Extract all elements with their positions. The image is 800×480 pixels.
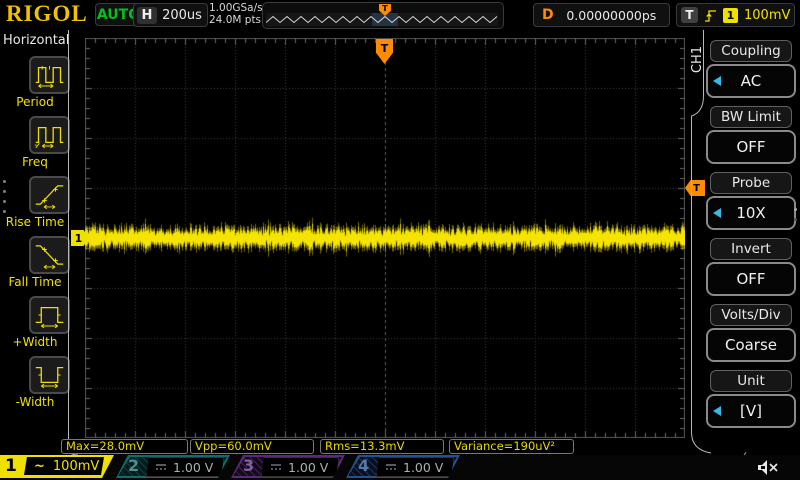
softkey-value-text: 10X (736, 204, 765, 222)
softkey-value-text: Coarse (725, 336, 777, 354)
ac-coupling-icon: ~ (34, 459, 45, 474)
softkey-invert[interactable]: Invert OFF (706, 238, 796, 296)
measurement-rms: Rms=13.3mV (320, 439, 444, 454)
softkey-value-text: OFF (736, 270, 765, 288)
channel4-status-chip[interactable]: 4 1.00 V (346, 455, 460, 478)
channel1-status-chip[interactable]: 1 ~ 100mV (0, 455, 114, 478)
chevron-left-icon (713, 208, 721, 218)
sound-muted-icon (756, 458, 780, 477)
dc-coupling-icon (270, 462, 282, 472)
softkey-label: Invert (710, 238, 792, 260)
softkey-label: Coupling (710, 40, 792, 62)
softkey-value[interactable]: [V] (706, 394, 796, 428)
chevron-left-icon (713, 76, 721, 86)
softkey-value[interactable]: OFF (706, 262, 796, 296)
softkey-value[interactable]: 10X (706, 196, 796, 230)
menu-page-dot (794, 218, 797, 221)
oscilloscope-screen: RIGOL AUTO H 200us 1.00GSa/s 24.0M pts T… (0, 0, 800, 480)
channel2-status-chip[interactable]: 2 1.00 V (116, 455, 230, 478)
channel-number: 4 (358, 456, 369, 475)
channel-number: 1 (5, 456, 17, 476)
channel-number: 2 (128, 456, 139, 475)
softkey-label: Volts/Div (710, 304, 792, 326)
measurement-variance: Variance=190uV² (449, 439, 574, 454)
channel-menu-tab: CH1 (690, 46, 705, 73)
softkey-unit[interactable]: Unit [V] (706, 370, 796, 428)
softkey-coupling[interactable]: Coupling AC (706, 40, 796, 98)
channel-number: 3 (243, 456, 254, 475)
measurement-vpp: Vpp=60.0mV (190, 439, 314, 454)
channel-scale: 1.00 V (288, 460, 328, 475)
softkey-probe[interactable]: Probe 10X (706, 172, 796, 230)
channel3-status-chip[interactable]: 3 1.00 V (231, 455, 345, 478)
softkey-value[interactable]: Coarse (706, 328, 796, 362)
channel-scale: 1.00 V (173, 460, 213, 475)
softkey-value[interactable]: OFF (706, 130, 796, 164)
softkey-label: BW Limit (710, 106, 792, 128)
chevron-left-icon (713, 406, 721, 416)
dc-coupling-icon (155, 462, 167, 472)
menu-page-dot (794, 208, 797, 211)
menu-frame-lines (0, 0, 800, 480)
channel-scale: 100mV (53, 459, 99, 474)
measurement-max: Max=28.0mV (61, 439, 188, 454)
channel-scale: 1.00 V (403, 460, 443, 475)
softkey-value-text: AC (741, 72, 761, 90)
softkey-volts-div[interactable]: Volts/Div Coarse (706, 304, 796, 362)
softkey-value[interactable]: AC (706, 64, 796, 98)
dc-coupling-icon (385, 462, 397, 472)
softkey-value-text: [V] (740, 402, 762, 420)
channel-status-bar: 1 ~ 100mV 2 1.00 V 3 1.00 V (0, 455, 800, 480)
softkey-value-text: OFF (736, 138, 765, 156)
softkey-label: Probe (710, 172, 792, 194)
softkey-label: Unit (710, 370, 792, 392)
softkey-bw-limit[interactable]: BW Limit OFF (706, 106, 796, 164)
